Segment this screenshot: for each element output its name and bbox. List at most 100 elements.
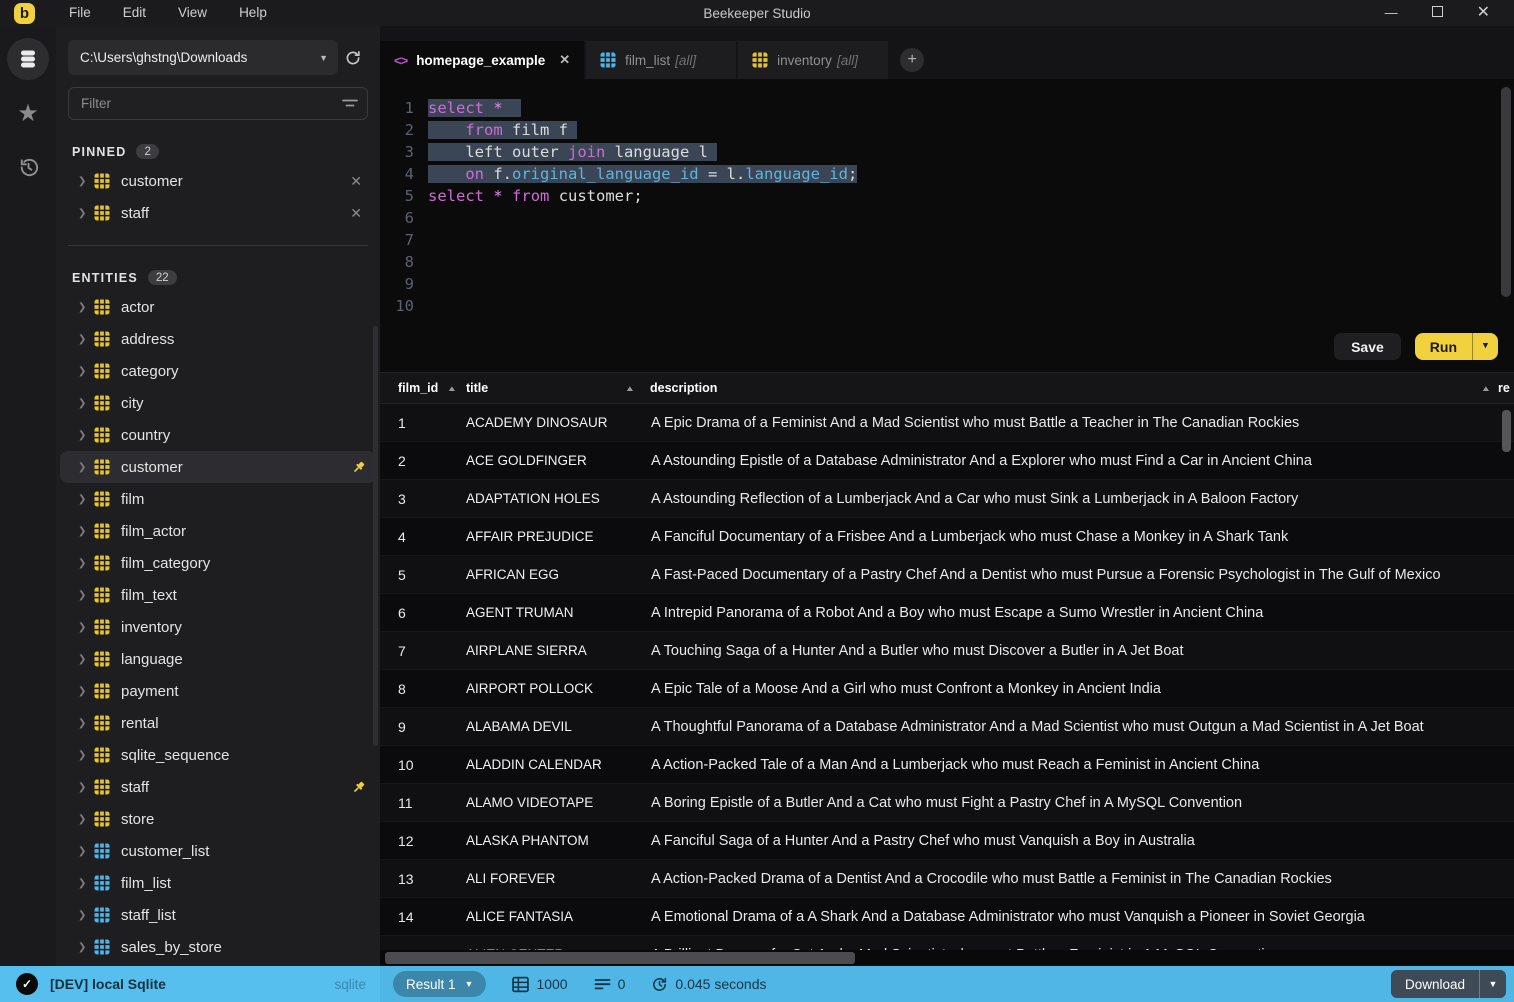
chevron-right-icon[interactable]: ❯: [78, 750, 94, 761]
entity-item-film_category[interactable]: ❯ film_category: [56, 547, 380, 579]
cell-film-id: 2: [398, 452, 406, 469]
table-row[interactable]: 1 ACADEMY DINOSAUR A Epic Drama of a Femin…: [380, 404, 1514, 442]
sql-editor[interactable]: 1 select * 2 from film f 3 left outer joi…: [380, 79, 1514, 372]
save-button[interactable]: Save: [1334, 333, 1401, 360]
entity-item-payment[interactable]: ❯ payment: [56, 675, 380, 707]
chevron-right-icon[interactable]: ❯: [78, 208, 94, 219]
table-row[interactable]: 3 ADAPTATION HOLES A Astounding Reflection…: [380, 480, 1514, 518]
table-row[interactable]: 12 ALASKA PHANTOM A Fanciful Saga of a Hun…: [380, 822, 1514, 860]
line-number: 10: [395, 297, 414, 315]
table-row[interactable]: 14 ALICE FANTASIA A Emotional Drama of a A…: [380, 898, 1514, 936]
table-row[interactable]: 9 ALABAMA DEVIL A Thoughtful Panorama of a…: [380, 708, 1514, 746]
sort-arrow-icon[interactable]: ▲: [625, 384, 635, 393]
chevron-right-icon[interactable]: ❯: [78, 654, 94, 665]
unpin-close-icon[interactable]: ✕: [346, 205, 366, 222]
chevron-right-icon[interactable]: ❯: [78, 590, 94, 601]
entity-item-store[interactable]: ❯ store: [56, 803, 380, 835]
filter-input[interactable]: [68, 87, 368, 120]
table-row[interactable]: 8 AIRPORT POLLOCK A Epic Tale of a Moose A…: [380, 670, 1514, 708]
download-button[interactable]: Download: [1391, 977, 1479, 992]
entity-item-sqlite_sequence[interactable]: ❯ sqlite_sequence: [56, 739, 380, 771]
table-row[interactable]: 13 ALI FOREVER A Action-Packed Drama of a …: [380, 860, 1514, 898]
table-row[interactable]: 5 AFRICAN EGG A Fast-Paced Documentary of …: [380, 556, 1514, 594]
column-header-title[interactable]: title ▲: [466, 373, 650, 403]
horizontal-scrollbar-thumb[interactable]: [385, 952, 855, 964]
table-row[interactable]: 4 AFFAIR PREJUDICE A Fanciful Documentary …: [380, 518, 1514, 556]
chevron-right-icon[interactable]: ❯: [78, 494, 94, 505]
chevron-right-icon[interactable]: ❯: [78, 526, 94, 537]
chevron-right-icon[interactable]: ❯: [78, 910, 94, 921]
chevron-right-icon[interactable]: ❯: [78, 334, 94, 345]
column-header-description[interactable]: description ▲: [650, 373, 1498, 403]
entity-item-city[interactable]: ❯ city: [56, 387, 380, 419]
entity-item-customer[interactable]: ❯ customer: [60, 451, 376, 483]
connection-selector[interactable]: C:\Users\ghstng\Downloads ▼: [68, 40, 338, 75]
entity-item-customer_list[interactable]: ❯ customer_list: [56, 835, 380, 867]
chevron-right-icon[interactable]: ❯: [78, 462, 94, 473]
download-options-chevron-icon[interactable]: ▼: [1479, 970, 1506, 998]
results-vertical-scrollbar[interactable]: [1502, 410, 1511, 452]
chevron-right-icon[interactable]: ❯: [78, 176, 94, 187]
chevron-right-icon[interactable]: ❯: [78, 718, 94, 729]
entity-item-actor[interactable]: ❯ actor: [56, 291, 380, 323]
refresh-connection-button[interactable]: [338, 49, 368, 67]
result-selector[interactable]: Result 1 ▼: [393, 971, 487, 997]
new-tab-button[interactable]: +: [900, 48, 925, 72]
tab-inventory[interactable]: inventory [all]: [738, 41, 889, 79]
editor-scrollbar[interactable]: [1501, 87, 1511, 297]
chevron-right-icon[interactable]: ❯: [78, 878, 94, 889]
sort-arrow-icon[interactable]: ▲: [1481, 384, 1491, 393]
minimize-icon[interactable]: —: [1385, 0, 1398, 26]
chevron-right-icon[interactable]: ❯: [78, 398, 94, 409]
unpin-close-icon[interactable]: ✕: [346, 173, 366, 190]
sort-arrow-icon[interactable]: ▲: [447, 384, 457, 393]
entity-item-film_list[interactable]: ❯ film_list: [56, 867, 380, 899]
entity-item-address[interactable]: ❯ address: [56, 323, 380, 355]
menu-help[interactable]: Help: [223, 0, 283, 26]
entity-item-rental[interactable]: ❯ rental: [56, 707, 380, 739]
column-header-film_id[interactable]: film_id ▲: [380, 373, 466, 403]
entity-item-language[interactable]: ❯ language: [56, 643, 380, 675]
entity-item-staff[interactable]: ❯ staff: [56, 771, 380, 803]
chevron-right-icon[interactable]: ❯: [78, 814, 94, 825]
chevron-right-icon[interactable]: ❯: [78, 686, 94, 697]
tab-film_list[interactable]: film_list [all]: [586, 41, 737, 79]
entity-item-film_text[interactable]: ❯ film_text: [56, 579, 380, 611]
run-button[interactable]: Run: [1415, 339, 1472, 355]
entity-item-staff_list[interactable]: ❯ staff_list: [56, 899, 380, 931]
database-icon[interactable]: [7, 38, 49, 80]
entity-item-film[interactable]: ❯ film: [56, 483, 380, 515]
tab-homepage_example[interactable]: <> homepage_example ✕: [380, 41, 585, 79]
chevron-right-icon[interactable]: ❯: [78, 622, 94, 633]
tab-close-icon[interactable]: ✕: [545, 52, 570, 68]
favorites-star-icon[interactable]: ★: [7, 92, 49, 134]
menu-view[interactable]: View: [162, 0, 223, 26]
table-row[interactable]: 10 ALADDIN CALENDAR A Action-Packed Tale o…: [380, 746, 1514, 784]
menu-file[interactable]: File: [53, 0, 107, 26]
close-icon[interactable]: ✕: [1477, 0, 1490, 26]
run-options-chevron-icon[interactable]: ▼: [1472, 333, 1498, 360]
chevron-right-icon[interactable]: ❯: [78, 302, 94, 313]
pinned-item-customer[interactable]: ❯ customer ✕: [56, 165, 380, 197]
history-icon[interactable]: [7, 146, 49, 188]
table-row[interactable]: 7 AIRPLANE SIERRA A Touching Saga of a Hun…: [380, 632, 1514, 670]
table-row[interactable]: 6 AGENT TRUMAN A Intrepid Panorama of a Ro…: [380, 594, 1514, 632]
entity-item-film_actor[interactable]: ❯ film_actor: [56, 515, 380, 547]
maximize-icon[interactable]: [1431, 0, 1443, 26]
results-horizontal-scrollbar[interactable]: [380, 950, 1514, 966]
entity-item-sales_by_store[interactable]: ❯ sales_by_store: [56, 931, 380, 963]
chevron-right-icon[interactable]: ❯: [78, 430, 94, 441]
chevron-right-icon[interactable]: ❯: [78, 558, 94, 569]
sidebar-scrollbar[interactable]: [373, 326, 378, 746]
chevron-right-icon[interactable]: ❯: [78, 942, 94, 953]
entity-item-inventory[interactable]: ❯ inventory: [56, 611, 380, 643]
entity-item-category[interactable]: ❯ category: [56, 355, 380, 387]
pinned-item-staff[interactable]: ❯ staff ✕: [56, 197, 380, 229]
entity-item-country[interactable]: ❯ country: [56, 419, 380, 451]
chevron-right-icon[interactable]: ❯: [78, 782, 94, 793]
chevron-right-icon[interactable]: ❯: [78, 846, 94, 857]
table-row[interactable]: 11 ALAMO VIDEOTAPE A Boring Epistle of a B…: [380, 784, 1514, 822]
chevron-right-icon[interactable]: ❯: [78, 366, 94, 377]
menu-edit[interactable]: Edit: [107, 0, 162, 26]
table-row[interactable]: 2 ACE GOLDFINGER A Astounding Epistle of a…: [380, 442, 1514, 480]
